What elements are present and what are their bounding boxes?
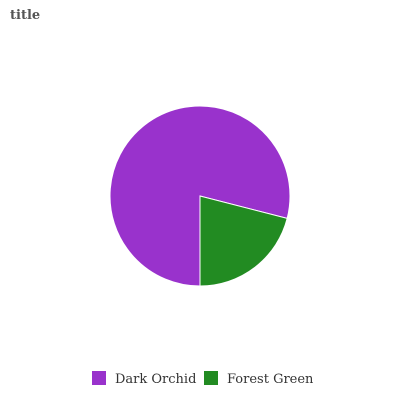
legend-label-forest-green: Forest Green <box>227 372 314 387</box>
legend-swatch-forest-green <box>204 371 218 385</box>
legend: Dark Orchid Forest Green <box>92 371 314 387</box>
pie-slices <box>109 105 291 287</box>
legend-swatch-dark-orchid <box>92 371 106 385</box>
chart-root: title Dark Orchid Forest Green <box>0 0 400 400</box>
legend-label-dark-orchid: Dark Orchid <box>115 372 196 387</box>
pie-chart: Dark Orchid Forest Green <box>92 105 314 387</box>
